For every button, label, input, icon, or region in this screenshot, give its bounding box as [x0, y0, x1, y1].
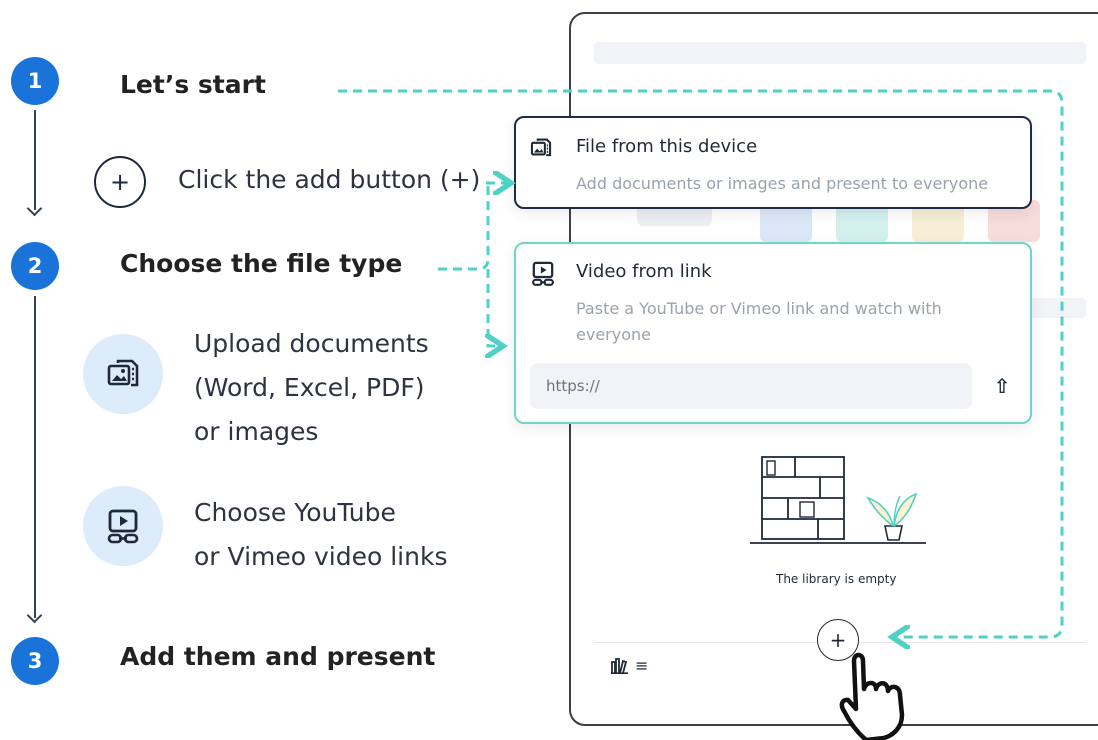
video-link-icon [532, 261, 554, 286]
step-2-badge: 2 [11, 242, 59, 290]
video-line-2: or Vimeo video links [194, 542, 448, 571]
upload-line-3: or images [194, 417, 319, 446]
top-bar-placeholder [594, 42, 1086, 64]
add-button-icon: + [94, 156, 146, 208]
video-link-icon [107, 509, 139, 544]
step-1-badge: 1 [11, 57, 59, 105]
upload-line-2: (Word, Excel, PDF) [194, 373, 425, 402]
submit-url-button[interactable]: ⇧ [988, 372, 1016, 400]
timeline-arrow-2 [26, 607, 43, 624]
file-from-device-card[interactable]: File from this device Add documents or i… [514, 116, 1032, 209]
video-link-icon-disc [83, 486, 163, 566]
library-books-icon [611, 657, 628, 674]
step-3-title: Add them and present [120, 642, 436, 671]
step-1-title: Let’s start [120, 70, 266, 99]
pointing-hand-icon [839, 652, 905, 740]
placeholder-bar [1030, 298, 1086, 318]
video-url-input[interactable] [530, 363, 972, 409]
document-image-icon-disc [83, 334, 163, 414]
video-card-title: Video from link [576, 261, 712, 282]
library-empty-text: The library is empty [776, 572, 897, 586]
empty-library-illustration [750, 456, 926, 544]
library-menu[interactable]: ≡ [611, 656, 648, 675]
upload-description: Upload documents (Word, Excel, PDF) or i… [194, 322, 429, 454]
step-2-title: Choose the file type [120, 249, 403, 278]
timeline-line-2 [34, 296, 36, 618]
video-line-1: Choose YouTube [194, 498, 396, 527]
plus-icon: + [109, 168, 131, 196]
step-3-badge: 3 [11, 637, 59, 685]
video-description: Choose YouTube or Vimeo video links [194, 491, 447, 579]
document-image-icon [107, 359, 139, 387]
document-image-icon [530, 138, 552, 157]
upload-line-1: Upload documents [194, 329, 429, 358]
timeline-line-1 [34, 110, 36, 210]
video-card-description: Paste a YouTube or Vimeo link and watch … [576, 299, 942, 344]
file-card-title: File from this device [576, 136, 758, 157]
timeline-arrow-1 [26, 200, 43, 217]
add-button-hint: Click the add button (+) [178, 165, 481, 194]
file-card-description: Add documents or images and present to e… [576, 174, 989, 193]
menu-icon: ≡ [635, 656, 649, 675]
step2-to-video-connector [488, 269, 500, 346]
video-from-link-card[interactable]: Video from link Paste a YouTube or Vimeo… [514, 242, 1032, 424]
upload-arrow-icon: ⇧ [993, 374, 1011, 398]
